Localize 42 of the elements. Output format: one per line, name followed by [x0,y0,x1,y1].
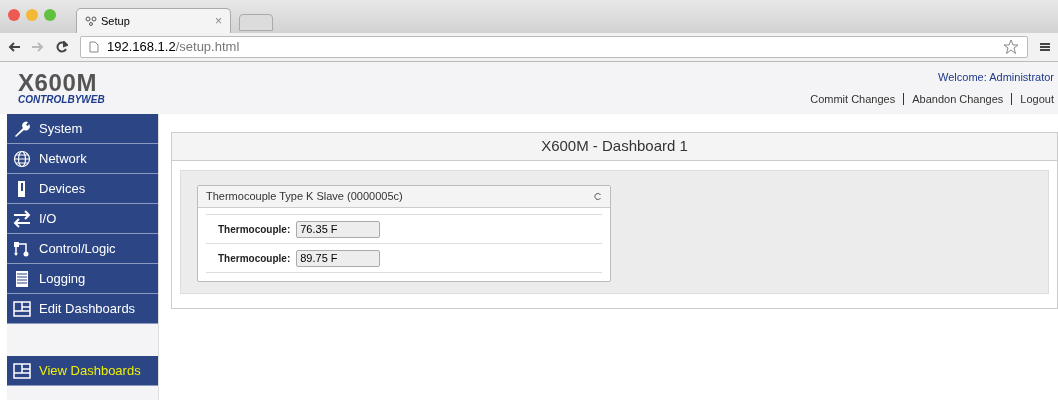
sidebar-item[interactable]: System [7,114,158,144]
sidebar-item[interactable]: Network [7,144,158,174]
globe-icon [13,149,31,168]
new-tab-button[interactable] [239,14,273,31]
logo-brand: CONTROLBYWEB [18,95,105,105]
dashboard-icon [13,361,31,380]
sidebar-item[interactable]: Devices [7,174,158,204]
flowchart-icon [13,239,31,258]
dashboard-title: X600M - Dashboard 1 [172,133,1057,161]
page-icon [89,41,99,53]
address-field[interactable]: 192.168.1.2/setup.html [80,36,1028,58]
back-icon[interactable] [8,42,20,52]
menu-icon[interactable] [1040,42,1050,52]
sidebar-item[interactable]: Control/Logic [7,234,158,264]
sidebar-item[interactable]: I/O [7,204,158,234]
list-icon [13,269,31,288]
tab-title: Setup [101,13,130,29]
header-link[interactable]: Logout [1020,91,1054,108]
welcome-text: Welcome: Administrator [938,69,1054,85]
sidebar-item[interactable]: Logging [7,264,158,294]
value-field: 89.75 F [296,249,381,267]
field-label: Thermocouple: [218,222,291,237]
browser-tab[interactable]: Setup × [76,8,231,33]
header-link[interactable]: Abandon Changes [912,91,1004,108]
forward-icon[interactable] [32,42,44,52]
sidebar-item[interactable]: Edit Dashboards [7,294,158,324]
sidebar-item[interactable]: View Dashboards [7,356,158,386]
refresh-icon[interactable] [594,192,602,201]
close-window-icon[interactable] [8,8,20,21]
wrench-icon [13,119,31,138]
arrows-icon [13,209,31,228]
dashboard-icon [13,299,31,318]
network-icon [85,16,97,26]
zoom-window-icon[interactable] [44,8,56,21]
header-link[interactable]: Commit Changes [810,91,896,108]
url-text: 192.168.1.2/setup.html [107,38,240,57]
widget-title: Thermocouple Type K Slave (0000005c) [206,189,403,205]
reload-icon[interactable] [56,41,68,53]
field-label: Thermocouple: [218,251,291,266]
value-field: 76.35 F [296,220,381,238]
logo-model: X600M [18,71,98,95]
star-icon[interactable] [1003,39,1019,55]
